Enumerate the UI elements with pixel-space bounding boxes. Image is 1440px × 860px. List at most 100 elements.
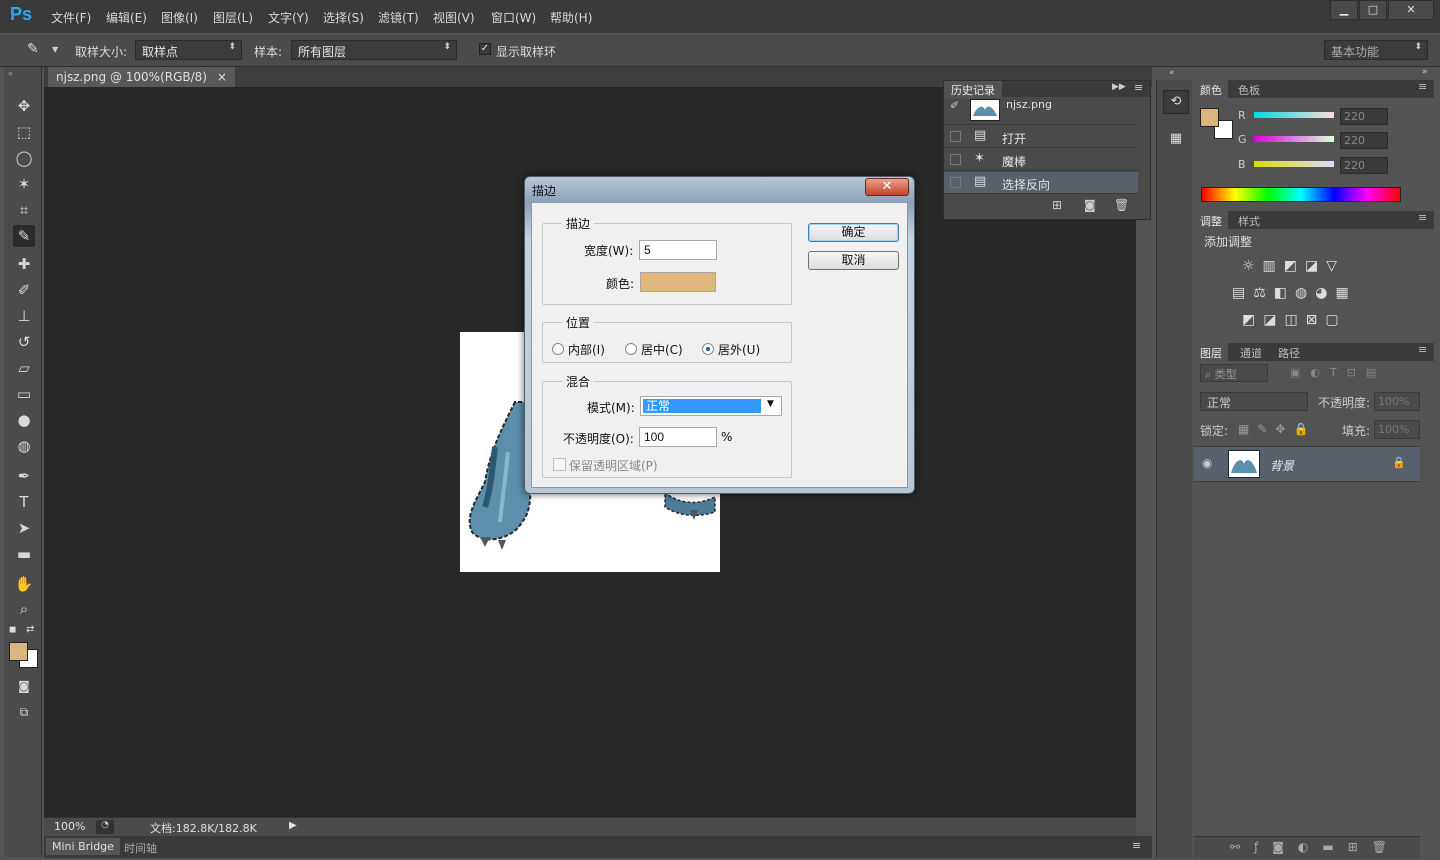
outside-label[interactable]: 居外(U) [718,341,760,358]
move-tool-icon[interactable]: ✥ [13,95,35,117]
adjustment-icons-row-3[interactable]: ◩◪◫⊠▢ [1242,312,1347,328]
panel-menu-icon[interactable]: ≡ [1418,211,1427,224]
history-panel-icon[interactable]: ⟲ [1163,90,1189,114]
layer-filter-icons[interactable]: ▣◐T⊡▤ [1290,366,1386,379]
minimize-button[interactable]: ▁ [1330,0,1358,20]
foreground-color-swatch[interactable] [9,642,28,661]
eraser-tool-icon[interactable]: ▱ [13,357,35,379]
zoom-tool-icon[interactable]: ⌕ [13,598,35,620]
outside-radio[interactable] [702,343,714,355]
history-source-checkbox[interactable] [950,154,961,165]
properties-panel-icon[interactable]: ▦ [1163,128,1189,152]
layer-row-background[interactable]: ◉ 背景 🔒 [1194,446,1420,482]
history-source-checkbox[interactable] [950,177,961,188]
layer-footer-icons[interactable]: ⚯ƒ◙◐▬⊞🗑 [1230,840,1401,854]
quick-mask-icon[interactable]: ◙ [13,675,35,697]
maximize-button[interactable]: □ [1359,0,1387,20]
channel-b-value[interactable]: 220 [1340,157,1388,174]
tab-color[interactable]: 颜色 [1194,80,1228,100]
menu-view[interactable]: 视图(V) [433,9,475,26]
menu-filter[interactable]: 滤镜(T) [378,9,419,26]
history-brush-tool-icon[interactable]: ↺ [13,331,35,353]
inside-radio[interactable] [552,343,564,355]
adjustment-icons-row-1[interactable]: ☼▥◩◪▽ [1242,258,1345,274]
channel-g-value[interactable]: 220 [1340,132,1388,149]
menu-help[interactable]: 帮助(H) [550,9,592,26]
channel-b-slider[interactable] [1254,161,1334,167]
blend-mode-select[interactable]: 正常 [1200,392,1308,411]
menu-select[interactable]: 选择(S) [323,9,364,26]
layer-opacity-value[interactable]: 100% [1374,392,1420,411]
brush-tool-icon[interactable]: ✐ [13,279,35,301]
tab-paths[interactable]: 路径 [1278,345,1300,361]
color-spectrum-bar[interactable] [1201,187,1401,202]
trash-icon[interactable]: 🗑 [1114,198,1129,212]
marquee-tool-icon[interactable]: ⬚ [13,121,35,143]
tab-close-icon[interactable]: × [217,70,227,84]
stroke-color-swatch[interactable] [640,272,716,292]
menu-window[interactable]: 窗口(W) [491,9,536,26]
layer-filter-select[interactable]: ⌕ 类型 [1200,364,1268,382]
tab-swatches[interactable]: 色板 [1238,82,1260,98]
panel-menu-icon[interactable]: ≡ [1132,839,1141,852]
menu-file[interactable]: 文件(F) [51,9,91,26]
status-expand-icon[interactable]: ▶ [289,820,297,831]
lasso-tool-icon[interactable]: ◯ [13,147,35,169]
path-selection-tool-icon[interactable]: ➤ [13,517,35,539]
preserve-transparency-checkbox[interactable] [553,458,566,471]
default-colors-icon[interactable]: ◼ [9,625,16,635]
panel-menu-icon[interactable]: ≡ [1418,80,1427,93]
history-item[interactable]: ✶ 魔棒 [944,149,1138,171]
menu-type[interactable]: 文字(Y) [268,9,309,26]
tab-mini-bridge[interactable]: Mini Bridge [46,838,120,855]
camera-icon[interactable]: ◙ [1084,198,1096,212]
menu-edit[interactable]: 编辑(E) [106,9,147,26]
collapse-icon[interactable]: ▶▶ [1112,82,1126,92]
tab-timeline[interactable]: 时间轴 [124,838,157,858]
ok-button[interactable]: 确定 [808,223,899,242]
history-item[interactable]: ▤ 选择反向 [944,172,1138,194]
collapse-icon[interactable]: » [1422,67,1428,77]
eyedropper-icon[interactable]: ✎ [27,41,39,57]
document-tab[interactable]: njsz.png @ 100%(RGB/8) × [48,67,235,87]
zoom-level[interactable]: 100% [54,820,85,833]
collapse-icon[interactable]: » [8,69,13,78]
panel-menu-icon[interactable]: ≡ [1418,343,1427,356]
new-document-icon[interactable]: ⊞ [1052,198,1062,212]
center-label[interactable]: 居中(C) [641,341,683,358]
mode-select[interactable]: 正常 ▼ [640,396,782,416]
tab-layers[interactable]: 图层 [1194,343,1228,363]
channel-r-value[interactable]: 220 [1340,108,1388,125]
swap-colors-icon[interactable]: ⇄ [26,624,34,635]
magic-wand-tool-icon[interactable]: ✶ [13,173,35,195]
inside-label[interactable]: 内部(I) [568,341,605,358]
menu-image[interactable]: 图像(I) [161,9,198,26]
layer-name[interactable]: 背景 [1270,457,1294,474]
history-source-checkbox[interactable] [950,131,961,142]
status-menu-icon[interactable]: ◔ [96,820,114,834]
dialog-opacity-input[interactable] [639,427,717,447]
center-radio[interactable] [625,343,637,355]
hand-tool-icon[interactable]: ✋ [13,573,35,595]
screen-mode-icon[interactable]: ⧉ [13,701,35,723]
dialog-close-button[interactable]: ✕ [865,178,909,196]
sample-size-select[interactable]: 取样点 ⬍ [135,40,242,60]
sample-select[interactable]: 所有图层 ⬍ [291,40,457,60]
cancel-button[interactable]: 取消 [808,251,899,270]
crop-tool-icon[interactable]: ⌗ [13,199,35,221]
blur-tool-icon[interactable]: ● [13,409,35,431]
clone-stamp-tool-icon[interactable]: ⊥ [13,305,35,327]
menu-layer[interactable]: 图层(L) [213,9,253,26]
show-ring-checkbox[interactable]: ✓ [479,43,491,55]
lock-icons[interactable]: ▦✎✥🔒 [1238,422,1316,436]
channel-r-slider[interactable] [1254,112,1334,118]
history-snapshot[interactable]: ✐ njsz.png [944,97,1138,125]
channel-g-slider[interactable] [1254,136,1334,142]
foreground-color-swatch[interactable] [1200,108,1219,127]
dodge-tool-icon[interactable]: ◍ [13,435,35,457]
panel-menu-icon[interactable]: ≡ [1134,81,1143,94]
visibility-eye-icon[interactable]: ◉ [1202,456,1212,470]
close-window-button[interactable]: ✕ [1388,0,1434,20]
healing-brush-tool-icon[interactable]: ✚ [13,253,35,275]
rectangle-tool-icon[interactable]: ▬ [13,543,35,565]
